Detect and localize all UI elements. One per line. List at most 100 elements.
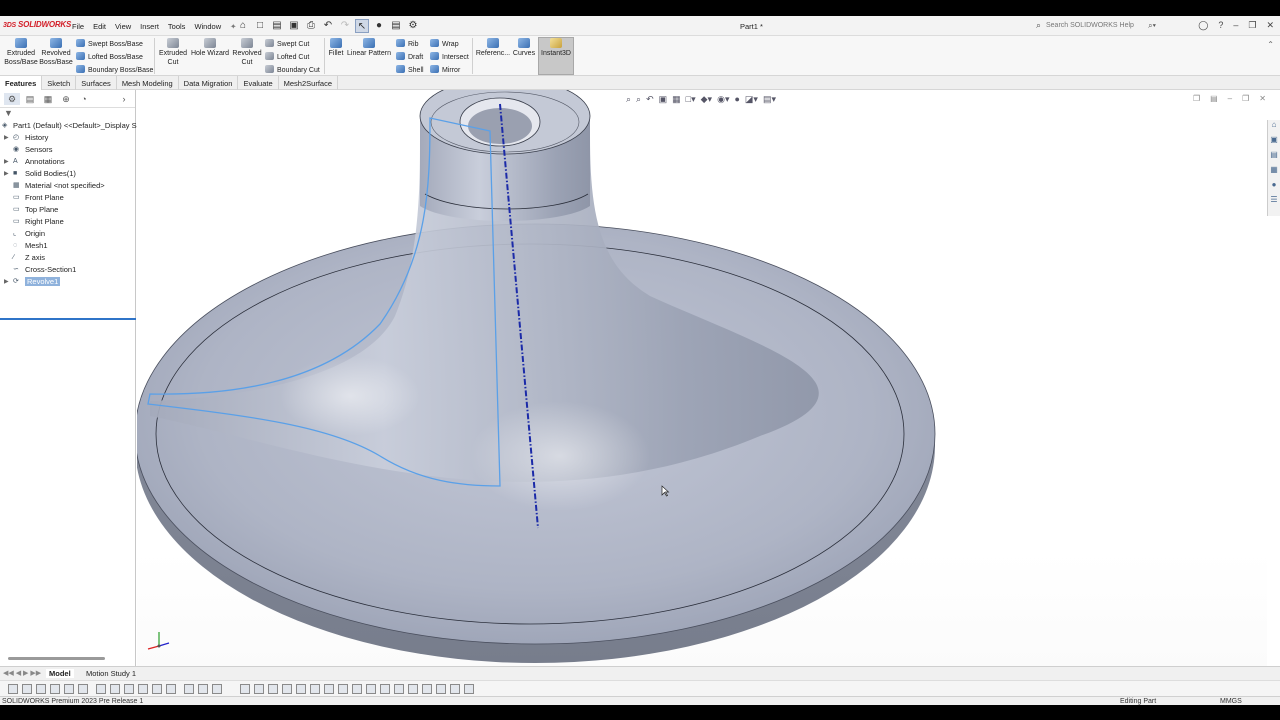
file-explorer-icon[interactable]: ▤: [1268, 150, 1280, 165]
file-properties-icon[interactable]: ▤: [389, 19, 403, 33]
extruded-boss-button[interactable]: Extruded Boss/Base: [4, 38, 38, 67]
display-manager-tab-icon[interactable]: ◔: [76, 93, 92, 105]
bottom-tool-icon[interactable]: [296, 684, 306, 694]
tree-item-sensors[interactable]: ◉ Sensors: [0, 144, 135, 156]
panel-more-icon[interactable]: ›: [116, 93, 132, 105]
swept-boss-button[interactable]: Swept Boss/Base: [76, 39, 143, 49]
curves-button[interactable]: Curves: [511, 38, 537, 58]
bottom-tool-icon[interactable]: [338, 684, 348, 694]
bottom-tool-icon[interactable]: [138, 684, 148, 694]
rib-button[interactable]: Rib: [396, 39, 419, 49]
apply-scene-icon[interactable]: ◪▾: [745, 94, 758, 105]
viewport-tile-icon[interactable]: ▤: [1210, 94, 1218, 103]
tree-item-right-plane[interactable]: ▭ Right Plane: [0, 216, 135, 228]
tree-item-solid-bodies[interactable]: ▶ ■ Solid Bodies(1): [0, 168, 135, 180]
appearances-icon[interactable]: ●: [1268, 180, 1280, 195]
graphics-area[interactable]: [137, 90, 1267, 666]
save-icon[interactable]: ▣: [287, 19, 301, 33]
menu-tools[interactable]: Tools: [168, 22, 186, 31]
tree-item-history[interactable]: ▶ ◴ History: [0, 132, 135, 144]
tab-evaluate[interactable]: Evaluate: [238, 76, 279, 90]
bottom-tool-icon[interactable]: [50, 684, 60, 694]
extruded-cut-button[interactable]: Extruded Cut: [157, 38, 189, 67]
revolved-boss-button[interactable]: Revolved Boss/Base: [39, 38, 73, 67]
bottom-tool-icon[interactable]: [124, 684, 134, 694]
swept-cut-button[interactable]: Swept Cut: [265, 39, 309, 49]
model-view[interactable]: [137, 90, 1267, 666]
linear-pattern-button[interactable]: Linear Pattern: [347, 38, 391, 58]
hole-wizard-button[interactable]: Hole Wizard: [190, 38, 230, 58]
bottom-tool-icon[interactable]: [166, 684, 176, 694]
tab-mesh-modeling[interactable]: Mesh Modeling: [117, 76, 179, 90]
bottom-tool-icon[interactable]: [450, 684, 460, 694]
viewport-restore-icon[interactable]: ❐: [1193, 94, 1200, 103]
boundary-cut-button[interactable]: Boundary Cut: [265, 65, 320, 75]
intersect-button[interactable]: Intersect: [430, 52, 469, 62]
bottom-tool-icon[interactable]: [408, 684, 418, 694]
traffic-light-icon[interactable]: ●: [372, 19, 386, 33]
tab-mesh2surface[interactable]: Mesh2Surface: [279, 76, 338, 90]
previous-view-icon[interactable]: ↶: [646, 94, 654, 105]
panel-horizontal-scrollbar[interactable]: [8, 657, 105, 660]
resources-icon[interactable]: ⌂: [1268, 120, 1280, 135]
shell-button[interactable]: Shell: [396, 65, 424, 75]
status-units[interactable]: MMGS: [1220, 697, 1242, 705]
options-gear-icon[interactable]: ⚙: [406, 19, 420, 33]
bottom-tool-icon[interactable]: [254, 684, 264, 694]
tab-motion-study-1[interactable]: Motion Study 1: [86, 669, 136, 678]
feature-tree-tab-icon[interactable]: ⚙: [4, 93, 20, 105]
tree-item-top-plane[interactable]: ▭ Top Plane: [0, 204, 135, 216]
select-cursor-icon[interactable]: ↖: [355, 19, 369, 33]
solidworks-logo[interactable]: 3DS SOLIDWORKS: [3, 20, 71, 29]
view-orientation-icon[interactable]: □▾: [686, 94, 696, 105]
ribbon-collapse-icon[interactable]: ⌃: [1267, 40, 1274, 49]
bottom-tool-icon[interactable]: [110, 684, 120, 694]
section-view-icon[interactable]: ▣: [659, 94, 668, 105]
display-style-icon[interactable]: ◆▾: [701, 94, 712, 105]
new-document-icon[interactable]: □: [253, 19, 267, 33]
bottom-tool-icon[interactable]: [310, 684, 320, 694]
wrap-button[interactable]: Wrap: [430, 39, 459, 49]
tab-features[interactable]: Features: [0, 76, 43, 90]
tree-item-revolve1[interactable]: ▶ ⟳ Revolve1: [0, 276, 135, 288]
bottom-tool-icon[interactable]: [78, 684, 88, 694]
bottom-tool-icon[interactable]: [212, 684, 222, 694]
bottom-tool-icon[interactable]: [324, 684, 334, 694]
fillet-button[interactable]: Fillet: [327, 38, 345, 58]
bottom-tool-icon[interactable]: [64, 684, 74, 694]
menu-window[interactable]: Window: [194, 22, 221, 31]
tab-model[interactable]: Model: [46, 669, 74, 678]
view-settings-icon[interactable]: ▤▾: [763, 94, 776, 105]
tab-sketch[interactable]: Sketch: [42, 76, 77, 90]
tree-root[interactable]: ◈ Part1 (Default) <<Default>_Display S: [0, 120, 137, 132]
dimxpert-tab-icon[interactable]: ⊕: [58, 93, 74, 105]
bottom-tool-icon[interactable]: [422, 684, 432, 694]
view-palette-icon[interactable]: ▦: [1268, 165, 1280, 180]
bottom-tool-icon[interactable]: [36, 684, 46, 694]
zoom-to-fit-icon[interactable]: ⌕: [626, 94, 631, 105]
bottom-tool-icon[interactable]: [464, 684, 474, 694]
bottom-tool-icon[interactable]: [394, 684, 404, 694]
tree-item-front-plane[interactable]: ▭ Front Plane: [0, 192, 135, 204]
filter-icon[interactable]: ▼: [0, 108, 135, 118]
lofted-cut-button[interactable]: Lofted Cut: [265, 52, 309, 62]
configuration-manager-tab-icon[interactable]: ▦: [40, 93, 56, 105]
menu-edit[interactable]: Edit: [93, 22, 106, 31]
viewport-min-icon[interactable]: –: [1228, 94, 1232, 103]
edit-appearance-icon[interactable]: ●: [734, 94, 739, 105]
bottom-tool-icon[interactable]: [240, 684, 250, 694]
home-icon[interactable]: ⌂: [236, 19, 250, 33]
bottom-tool-icon[interactable]: [268, 684, 278, 694]
viewport-close-icon[interactable]: ✕: [1259, 94, 1266, 103]
tree-item-mesh1[interactable]: ◌ Mesh1: [0, 240, 135, 252]
bottom-tool-icon[interactable]: [96, 684, 106, 694]
bottom-tool-icon[interactable]: [282, 684, 292, 694]
bottom-tool-icon[interactable]: [152, 684, 162, 694]
open-folder-icon[interactable]: ▤: [270, 19, 284, 33]
dynamic-annotation-icon[interactable]: ▦: [672, 94, 681, 105]
tab-nav-arrows-icon[interactable]: ◀◀ ◀ ▶ ▶▶: [3, 669, 41, 677]
instant3d-label-wrap[interactable]: Instant3D: [538, 38, 574, 58]
bottom-tool-icon[interactable]: [436, 684, 446, 694]
property-manager-tab-icon[interactable]: ▤: [22, 93, 38, 105]
print-icon[interactable]: ⎙: [304, 19, 318, 33]
